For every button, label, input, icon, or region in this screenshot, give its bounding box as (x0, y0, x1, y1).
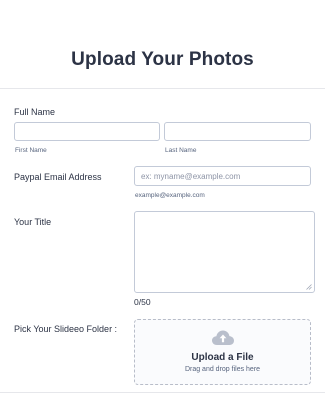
section-divider (0, 392, 325, 393)
title-char-counter: 0/50 (134, 297, 151, 307)
resize-handle-icon[interactable] (306, 284, 312, 290)
first-name-sublabel: First Name (15, 147, 47, 154)
your-title-label: Your Title (14, 217, 52, 227)
full-name-label: Full Name (14, 107, 56, 117)
last-name-sublabel: Last Name (165, 147, 197, 154)
first-name-input[interactable] (14, 122, 160, 141)
email-placeholder: ex: myname@example.com (141, 172, 241, 181)
email-input[interactable]: ex: myname@example.com (134, 166, 311, 186)
your-title-textarea[interactable] (134, 211, 315, 293)
upload-title: Upload a File (191, 352, 254, 363)
folder-label: Pick Your Slideeo Folder : (14, 324, 118, 334)
form-header: Upload Your Photos (0, 0, 325, 89)
file-upload-dropzone[interactable]: Upload a File Drag and drop files here (134, 319, 311, 385)
form-title: Upload Your Photos (71, 49, 254, 70)
cloud-upload-icon (212, 330, 234, 345)
upload-subtitle: Drag and drop files here (184, 366, 261, 373)
email-sublabel: example@example.com (135, 192, 205, 199)
last-name-input[interactable] (164, 122, 311, 141)
email-label: Paypal Email Address (14, 172, 102, 182)
